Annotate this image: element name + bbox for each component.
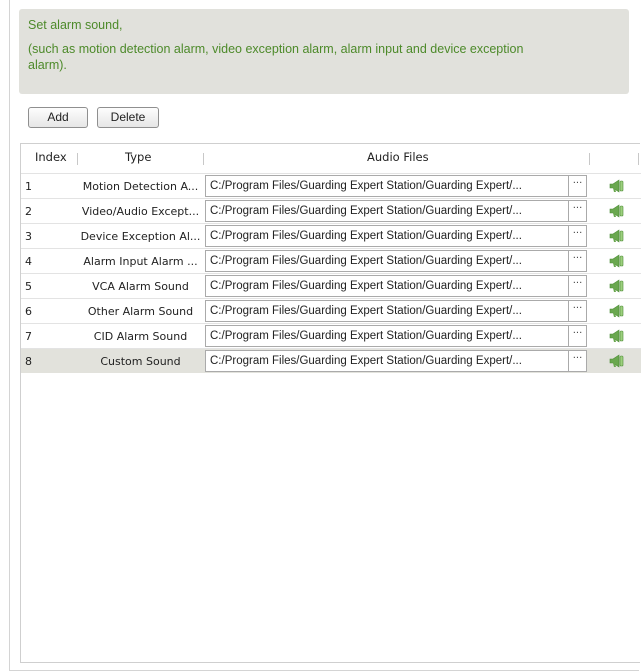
browse-button[interactable]: ···	[569, 200, 587, 222]
add-button[interactable]: Add	[28, 107, 88, 128]
row-index: 1	[25, 180, 32, 193]
table-row[interactable]: 5 VCA Alarm Sound C:/Program Files/Guardin…	[21, 273, 641, 298]
row-index: 8	[25, 355, 32, 368]
browse-button[interactable]: ···	[569, 250, 587, 272]
audio-file-path-field[interactable]: C:/Program Files/Guarding Expert Station…	[205, 300, 569, 322]
table-row[interactable]: 1 Motion Detection A... C:/Program Files/G…	[21, 173, 641, 198]
audio-file-path-field[interactable]: C:/Program Files/Guarding Expert Station…	[205, 225, 569, 247]
row-type: Device Exception Al...	[80, 230, 201, 243]
row-index: 4	[25, 255, 32, 268]
audio-file-path-field[interactable]: C:/Program Files/Guarding Expert Station…	[205, 350, 569, 372]
speaker-icon[interactable]	[609, 329, 625, 343]
speaker-icon[interactable]	[609, 204, 625, 218]
browse-button[interactable]: ···	[569, 300, 587, 322]
header-audio-files[interactable]: Audio Files	[367, 150, 429, 164]
row-index: 6	[25, 305, 32, 318]
row-type: Motion Detection A...	[82, 180, 199, 193]
header-separator[interactable]	[589, 153, 590, 165]
table-row[interactable]: 7 CID Alarm Sound C:/Program Files/Guardin…	[21, 323, 641, 348]
browse-button[interactable]: ···	[569, 175, 587, 197]
speaker-icon[interactable]	[609, 354, 625, 368]
info-line-3: alarm).	[28, 58, 67, 72]
table-row[interactable]: 6 Other Alarm Sound C:/Program Files/Guard…	[21, 298, 641, 323]
table-row[interactable]: 2 Video/Audio Except... C:/Program Files/G…	[21, 198, 641, 223]
row-index: 5	[25, 280, 32, 293]
audio-file-path-field[interactable]: C:/Program Files/Guarding Expert Station…	[205, 275, 569, 297]
speaker-icon[interactable]	[609, 254, 625, 268]
row-index: 3	[25, 230, 32, 243]
speaker-icon[interactable]	[609, 304, 625, 318]
row-index: 7	[25, 330, 32, 343]
table-row[interactable]: 3 Device Exception Al... C:/Program Files/…	[21, 223, 641, 248]
row-type: Video/Audio Except...	[81, 205, 200, 218]
header-separator[interactable]	[638, 153, 639, 165]
row-type: Other Alarm Sound	[87, 305, 194, 318]
browse-button[interactable]: ···	[569, 275, 587, 297]
table-row[interactable]: 8 Custom Sound C:/Program Files/Guarding E…	[21, 348, 641, 373]
audio-file-path-field[interactable]: C:/Program Files/Guarding Expert Station…	[205, 325, 569, 347]
row-type: CID Alarm Sound	[93, 330, 188, 343]
delete-button[interactable]: Delete	[97, 107, 159, 128]
header-separator[interactable]	[203, 153, 204, 165]
table-header: Index Type Audio Files	[21, 144, 641, 171]
alarm-sound-table: Index Type Audio Files 1 Motion Detection…	[20, 143, 641, 663]
header-index[interactable]: Index	[35, 150, 67, 164]
speaker-icon[interactable]	[609, 229, 625, 243]
speaker-icon[interactable]	[609, 279, 625, 293]
audio-file-path-field[interactable]: C:/Program Files/Guarding Expert Station…	[205, 175, 569, 197]
info-box: Set alarm sound, (such as motion detecti…	[19, 9, 629, 94]
row-type: Custom Sound	[100, 355, 181, 368]
audio-file-path-field[interactable]: C:/Program Files/Guarding Expert Station…	[205, 200, 569, 222]
browse-button[interactable]: ···	[569, 225, 587, 247]
header-separator[interactable]	[77, 153, 78, 165]
audio-file-path-field[interactable]: C:/Program Files/Guarding Expert Station…	[205, 250, 569, 272]
header-type[interactable]: Type	[125, 150, 151, 164]
row-type: VCA Alarm Sound	[92, 280, 189, 293]
table-row[interactable]: 4 Alarm Input Alarm ... C:/Program Files/G…	[21, 248, 641, 273]
speaker-icon[interactable]	[609, 179, 625, 193]
row-type: Alarm Input Alarm ...	[83, 255, 198, 268]
info-line-1: Set alarm sound,	[28, 18, 123, 32]
row-index: 2	[25, 205, 32, 218]
browse-button[interactable]: ···	[569, 325, 587, 347]
info-line-2: (such as motion detection alarm, video e…	[28, 42, 524, 56]
browse-button[interactable]: ···	[569, 350, 587, 372]
